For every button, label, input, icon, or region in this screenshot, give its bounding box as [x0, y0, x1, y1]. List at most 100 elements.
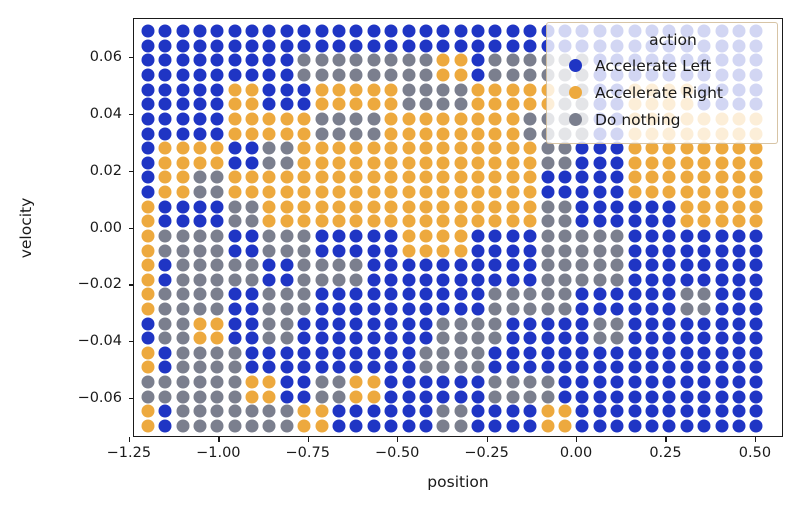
scatter-point — [732, 214, 746, 228]
scatter-point — [332, 39, 346, 53]
scatter-point — [384, 375, 398, 389]
scatter-point — [471, 200, 485, 214]
y-tick-mark — [128, 284, 133, 286]
scatter-point — [419, 185, 433, 199]
scatter-point — [697, 287, 711, 301]
scatter-point — [697, 419, 711, 433]
scatter-point — [297, 53, 311, 67]
scatter-point — [697, 170, 711, 184]
scatter-point — [558, 346, 572, 360]
scatter-point — [158, 97, 172, 111]
scatter-point — [697, 156, 711, 170]
scatter-point — [210, 185, 224, 199]
scatter-point — [193, 360, 207, 374]
scatter-point — [315, 375, 329, 389]
scatter-point — [523, 156, 537, 170]
scatter-point — [575, 287, 589, 301]
circle-marker-icon — [568, 113, 582, 126]
scatter-point — [436, 390, 450, 404]
scatter-point — [402, 156, 416, 170]
legend-swatch-cell — [555, 86, 595, 99]
scatter-point — [262, 127, 276, 141]
scatter-point — [680, 156, 694, 170]
scatter-point — [158, 39, 172, 53]
scatter-point — [419, 346, 433, 360]
scatter-point — [419, 390, 433, 404]
scatter-point — [593, 185, 607, 199]
scatter-point — [436, 185, 450, 199]
legend-item-accelerate-left[interactable]: Accelerate Left — [555, 52, 769, 79]
scatter-point — [141, 141, 155, 155]
y-tick-label: −0.06 — [77, 389, 122, 406]
scatter-point — [228, 68, 242, 82]
scatter-point — [141, 346, 155, 360]
scatter-point — [349, 273, 363, 287]
scatter-point — [680, 287, 694, 301]
x-tick-mark — [218, 437, 220, 442]
scatter-point — [245, 229, 259, 243]
scatter-point — [349, 185, 363, 199]
scatter-point — [384, 39, 398, 53]
scatter-point — [715, 273, 728, 287]
scatter-point — [245, 258, 259, 272]
scatter-point — [297, 360, 311, 374]
scatter-point — [176, 83, 190, 97]
scatter-point — [228, 141, 242, 155]
scatter-point — [454, 375, 468, 389]
scatter-point — [193, 404, 207, 418]
scatter-point — [367, 229, 381, 243]
scatter-point — [228, 39, 242, 53]
scatter-point — [332, 214, 346, 228]
scatter-point — [593, 419, 607, 433]
scatter-point — [523, 127, 537, 141]
scatter-point — [228, 287, 242, 301]
legend-item-accelerate-right[interactable]: Accelerate Right — [555, 79, 769, 106]
scatter-point — [645, 375, 659, 389]
scatter-point — [210, 317, 224, 331]
scatter-point — [454, 156, 468, 170]
scatter-point — [662, 360, 676, 374]
scatter-point — [315, 419, 329, 433]
scatter-point — [158, 404, 172, 418]
scatter-point — [141, 200, 155, 214]
x-tick-label: 0.25 — [649, 445, 682, 461]
scatter-point — [332, 127, 346, 141]
scatter-point — [176, 229, 190, 243]
scatter-point — [315, 287, 329, 301]
scatter-point — [749, 185, 763, 199]
scatter-point — [297, 200, 311, 214]
scatter-point — [541, 331, 555, 345]
scatter-point — [575, 170, 589, 184]
scatter-point — [280, 97, 294, 111]
scatter-point — [332, 229, 346, 243]
scatter-point — [506, 97, 520, 111]
scatter-point — [367, 273, 381, 287]
scatter-point — [349, 244, 363, 257]
scatter-point — [141, 185, 155, 199]
scatter-point — [628, 200, 642, 214]
scatter-point — [436, 156, 450, 170]
scatter-point — [280, 273, 294, 287]
scatter-point — [141, 214, 155, 228]
scatter-point — [645, 244, 659, 257]
scatter-point — [297, 170, 311, 184]
scatter-point — [402, 83, 416, 97]
scatter-point — [506, 141, 520, 155]
scatter-point — [297, 258, 311, 272]
scatter-point — [315, 200, 329, 214]
scatter-point — [332, 317, 346, 331]
scatter-point — [436, 53, 450, 67]
scatter-point — [645, 302, 659, 316]
scatter-point — [193, 258, 207, 272]
legend[interactable]: action Accelerate Left Accelerate Right … — [546, 22, 778, 144]
scatter-point — [245, 53, 259, 67]
scatter-point — [193, 375, 207, 389]
scatter-point — [610, 258, 624, 272]
scatter-point — [176, 302, 190, 316]
scatter-point — [367, 39, 381, 53]
scatter-point — [210, 68, 224, 82]
scatter-point — [436, 97, 450, 111]
scatter-point — [715, 331, 728, 345]
scatter-point — [332, 141, 346, 155]
legend-item-do-nothing[interactable]: Do nothing — [555, 106, 769, 133]
